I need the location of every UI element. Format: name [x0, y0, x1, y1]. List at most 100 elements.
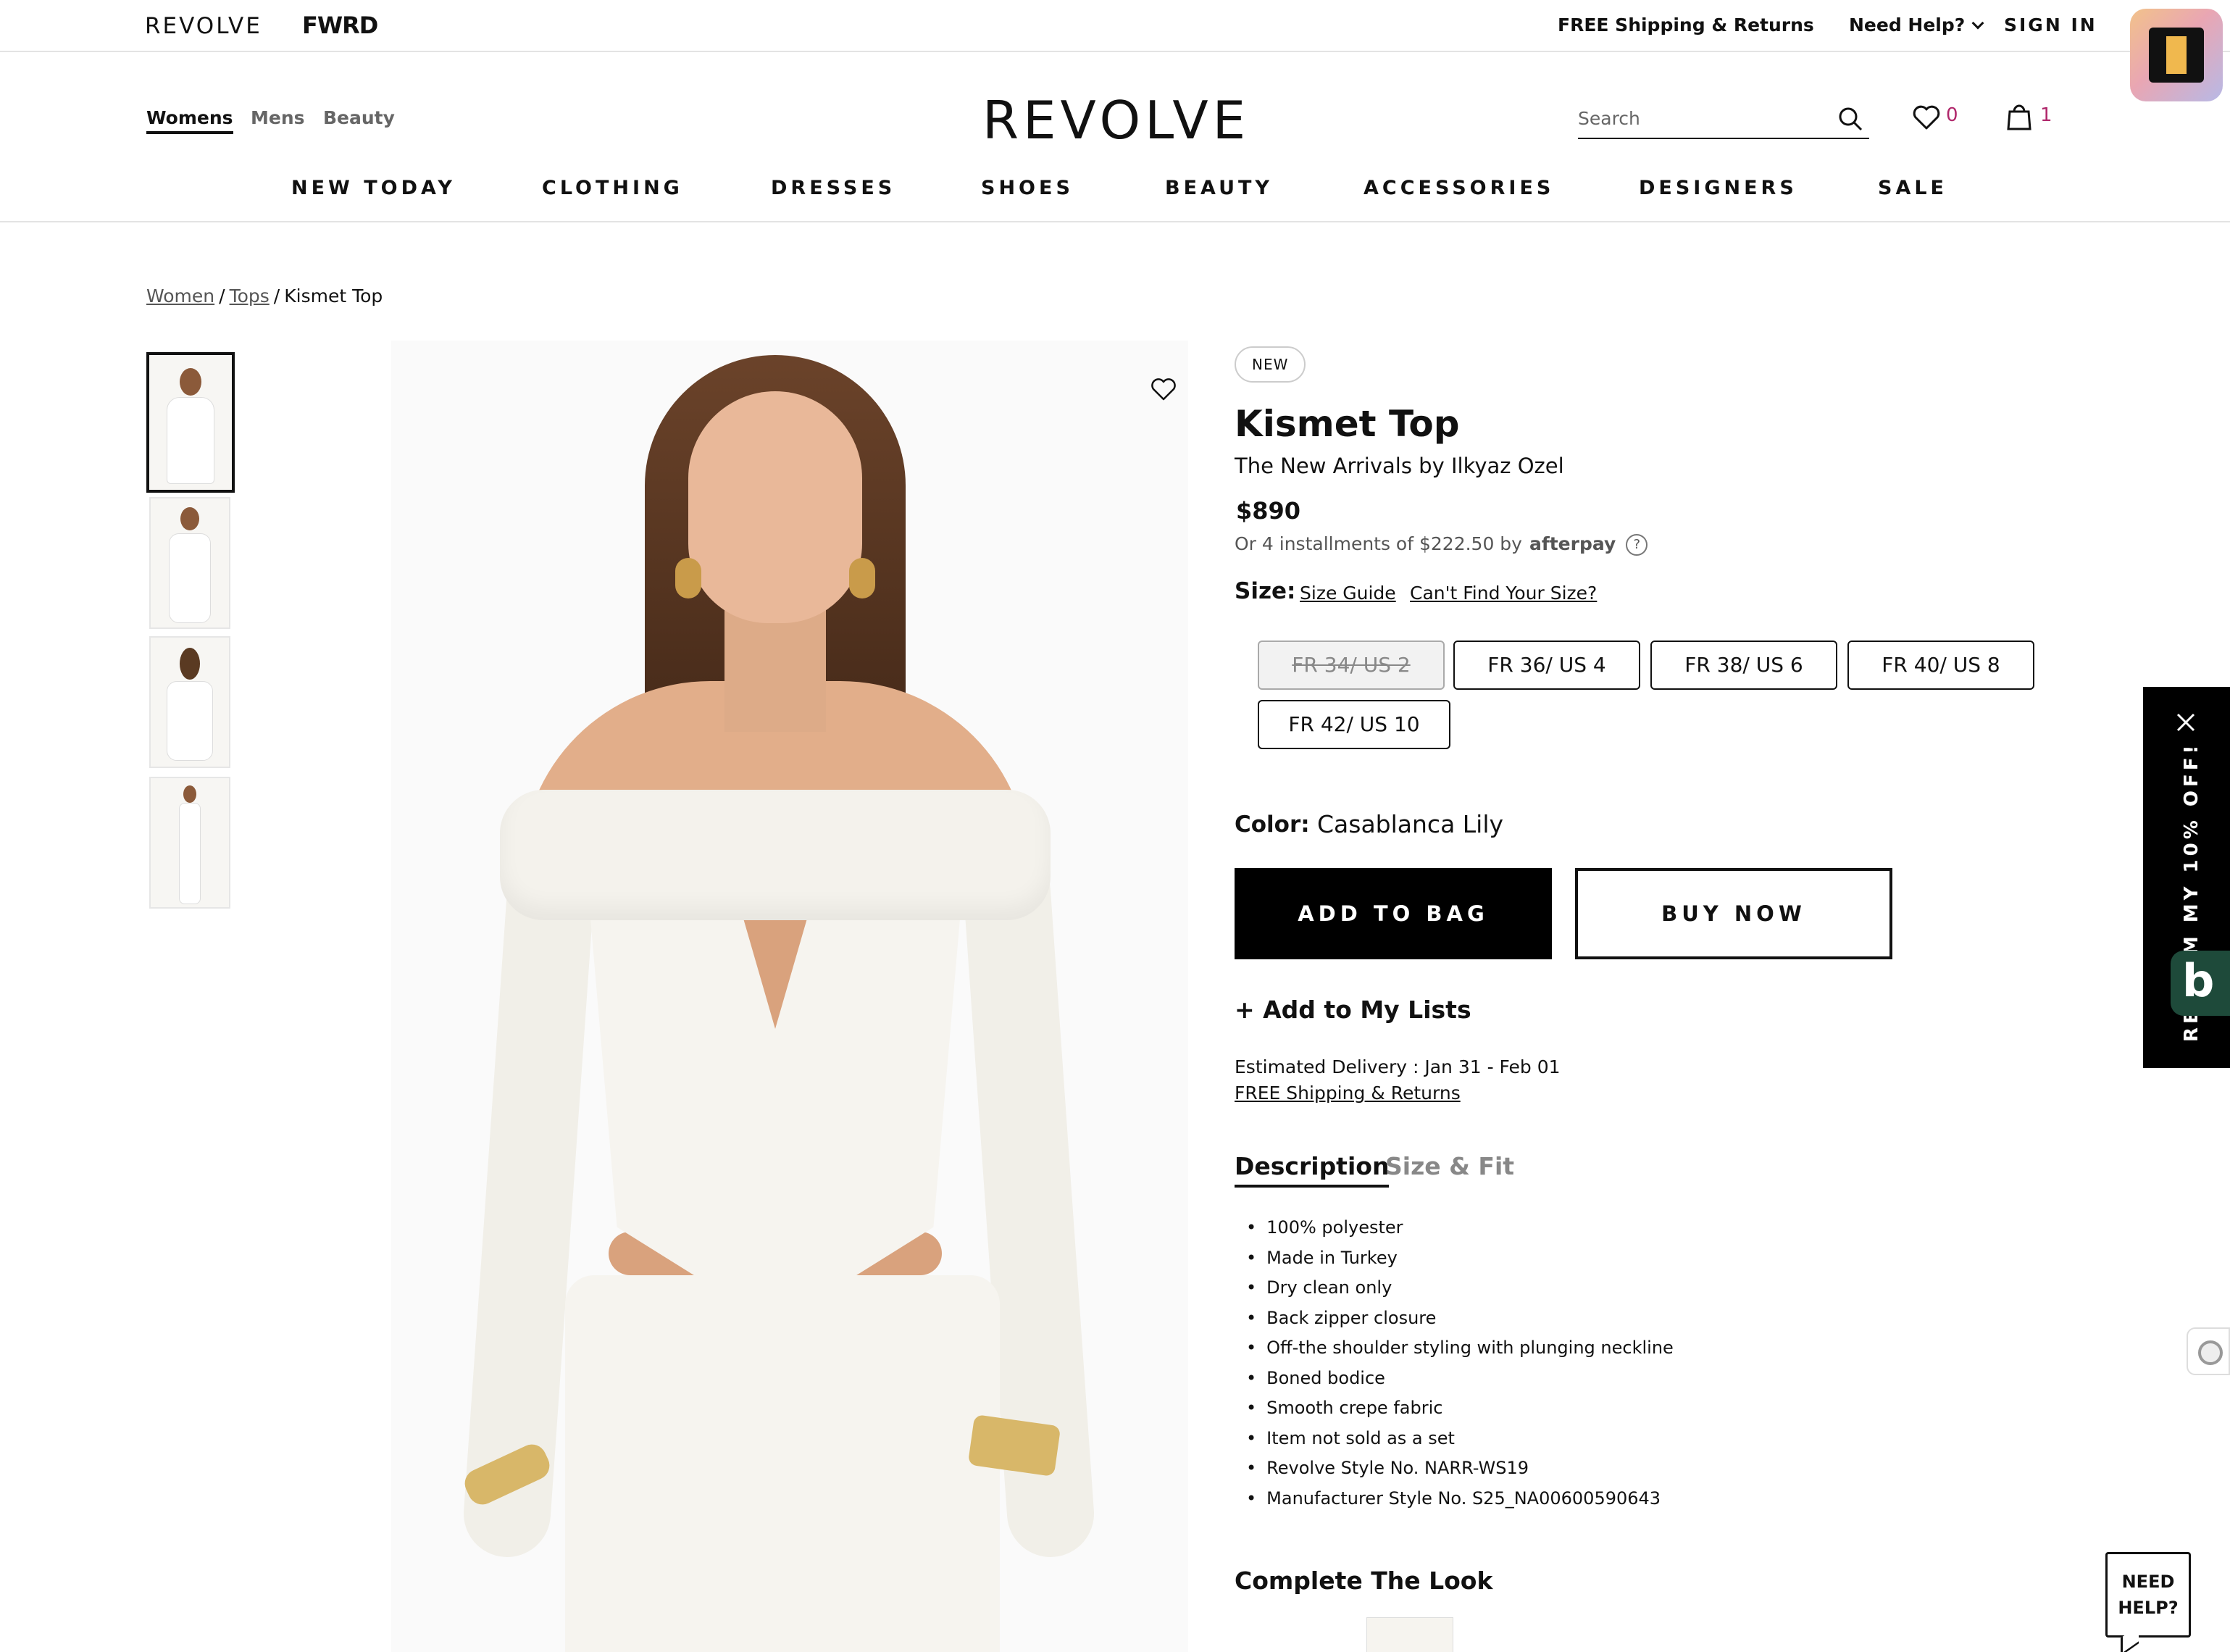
breadcrumb-current: Kismet Top: [284, 285, 383, 306]
category-designers[interactable]: DESIGNERS: [1639, 177, 1797, 199]
search-input[interactable]: [1578, 101, 1824, 135]
accessibility-icon: [2198, 1340, 2223, 1365]
breadcrumb-separator: /: [273, 285, 280, 306]
breadcrumb: Women / Tops / Kismet Top: [146, 285, 383, 306]
add-to-bag-button[interactable]: ADD TO BAG: [1235, 868, 1552, 959]
revolve-brand-link[interactable]: REVOLVE: [145, 13, 262, 39]
breadcrumb-separator: /: [219, 285, 225, 306]
fwrd-brand-link[interactable]: FWRD: [302, 12, 378, 39]
description-item: 100% polyester: [1246, 1217, 1674, 1248]
browser-extension-icon[interactable]: [2130, 9, 2223, 101]
header-divider: [0, 221, 2230, 222]
size-option-fr38-us6[interactable]: FR 38/ US 6: [1650, 641, 1837, 690]
help-icon[interactable]: ?: [1626, 534, 1648, 556]
category-accessories[interactable]: ACCESSORIES: [1364, 177, 1554, 199]
add-to-lists-link[interactable]: + Add to My Lists: [1235, 996, 1471, 1024]
heart-icon[interactable]: [1913, 104, 1940, 130]
nav-beauty[interactable]: Beauty: [323, 107, 395, 128]
size-option-fr42-us10[interactable]: FR 42/ US 10: [1258, 700, 1450, 749]
complete-look-product-image[interactable]: [1366, 1617, 1453, 1652]
breadcrumb-tops[interactable]: Tops: [230, 285, 270, 306]
need-help-menu[interactable]: Need Help?: [1849, 14, 1984, 36]
thumbnail-garment: [167, 681, 213, 761]
new-badge: NEW: [1235, 346, 1306, 383]
description-item: Manufacturer Style No. S25_NA00600590643: [1246, 1488, 1674, 1519]
complete-the-look-heading: Complete The Look: [1235, 1567, 1493, 1595]
top-utility-bar: REVOLVE FWRD FREE Shipping & Returns Nee…: [0, 0, 2230, 52]
product-brand-link[interactable]: The New Arrivals by Ilkyaz Ozel: [1235, 454, 1564, 478]
color-label: Color:: [1235, 812, 1310, 838]
afterpay-logo: afterpay: [1529, 533, 1616, 554]
size-option-fr36-us4[interactable]: FR 36/ US 4: [1453, 641, 1640, 690]
thumbnail-4[interactable]: [149, 777, 230, 909]
afterpay-info: Or 4 installments of $222.50 by afterpay?: [1235, 533, 1648, 556]
image-off-shoulder-band: [500, 790, 1051, 920]
close-icon[interactable]: [2175, 712, 2197, 733]
sign-in-link[interactable]: SIGN IN: [2004, 14, 2097, 36]
category-dresses[interactable]: DRESSES: [771, 177, 895, 199]
thumbnail-1[interactable]: [146, 352, 235, 493]
b-chat-widget[interactable]: b: [2171, 951, 2230, 1016]
category-clothing[interactable]: CLOTHING: [542, 177, 683, 199]
color-value: Casablanca Lily: [1317, 810, 1504, 838]
description-list: 100% polyester Made in Turkey Dry clean …: [1246, 1217, 1674, 1518]
category-beauty[interactable]: BEAUTY: [1165, 177, 1273, 199]
thumbnail-model-head: [180, 507, 199, 530]
afterpay-text: Or 4 installments of $222.50 by: [1235, 533, 1522, 554]
bag-count: 1: [2040, 104, 2052, 126]
need-help-line2: HELP?: [2118, 1598, 2179, 1618]
description-item: Revolve Style No. NARR-WS19: [1246, 1458, 1674, 1488]
size-option-fr40-us8[interactable]: FR 40/ US 8: [1847, 641, 2034, 690]
image-skirt: [565, 1275, 1000, 1652]
size-option-fr34-us2[interactable]: FR 34/ US 2: [1258, 641, 1445, 690]
description-item: Made in Turkey: [1246, 1248, 1674, 1278]
free-shipping-returns-link[interactable]: FREE Shipping & Returns: [1235, 1082, 1461, 1104]
shopping-bag-icon[interactable]: [2007, 101, 2031, 130]
description-item: Back zipper closure: [1246, 1308, 1674, 1338]
description-item: Boned bodice: [1246, 1368, 1674, 1398]
thumbnail-garment: [179, 803, 201, 904]
wishlist-count: 0: [1946, 104, 1958, 126]
description-item: Dry clean only: [1246, 1277, 1674, 1308]
thumbnail-garment: [169, 533, 211, 623]
size-guide-link[interactable]: Size Guide: [1300, 583, 1396, 604]
need-help-line1: NEED: [2121, 1572, 2175, 1592]
product-price: $890: [1236, 497, 1301, 525]
category-sale[interactable]: SALE: [1878, 177, 1947, 199]
main-product-image[interactable]: [391, 341, 1188, 1652]
estimated-delivery: Estimated Delivery : Jan 31 - Feb 01: [1235, 1056, 1561, 1077]
image-earring-left: [675, 558, 701, 598]
nav-womens[interactable]: Womens: [146, 107, 233, 134]
category-new-today[interactable]: NEW TODAY: [291, 177, 456, 199]
accessibility-widget[interactable]: [2187, 1327, 2230, 1375]
image-model-face: [688, 391, 862, 623]
product-title: Kismet Top: [1235, 403, 1460, 445]
description-item: Smooth crepe fabric: [1246, 1398, 1674, 1428]
size-label: Size:: [1235, 578, 1296, 604]
thumbnail-model-head: [180, 648, 200, 680]
buy-now-button[interactable]: BUY NOW: [1575, 868, 1892, 959]
image-earring-right: [849, 558, 875, 598]
tab-description[interactable]: Description: [1235, 1152, 1390, 1188]
breadcrumb-women[interactable]: Women: [146, 285, 214, 306]
need-help-label: Need Help?: [1849, 14, 1966, 36]
tab-size-and-fit[interactable]: Size & Fit: [1385, 1152, 1514, 1180]
need-help-chat-button[interactable]: NEED HELP?: [2105, 1552, 2191, 1638]
revolve-logo[interactable]: REVOLVE: [982, 90, 1250, 151]
description-item: Off-the shoulder styling with plunging n…: [1246, 1338, 1674, 1368]
thumbnail-3[interactable]: [149, 636, 230, 768]
nav-mens[interactable]: Mens: [251, 107, 305, 128]
free-shipping-link[interactable]: FREE Shipping & Returns: [1558, 14, 1814, 36]
thumbnail-model-head: [180, 368, 201, 396]
thumbnail-2[interactable]: [149, 497, 230, 629]
chevron-down-icon: [1971, 17, 1984, 30]
search-bar: [1578, 101, 1869, 139]
category-shoes[interactable]: SHOES: [981, 177, 1074, 199]
description-item: Item not sold as a set: [1246, 1428, 1674, 1459]
cant-find-size-link[interactable]: Can't Find Your Size?: [1410, 583, 1597, 604]
extension-glyph-icon: [2149, 28, 2204, 83]
heart-icon[interactable]: [1151, 377, 1177, 401]
thumbnail-model-head: [183, 785, 196, 803]
thumbnail-garment: [167, 397, 214, 484]
search-icon[interactable]: [1837, 106, 1863, 132]
